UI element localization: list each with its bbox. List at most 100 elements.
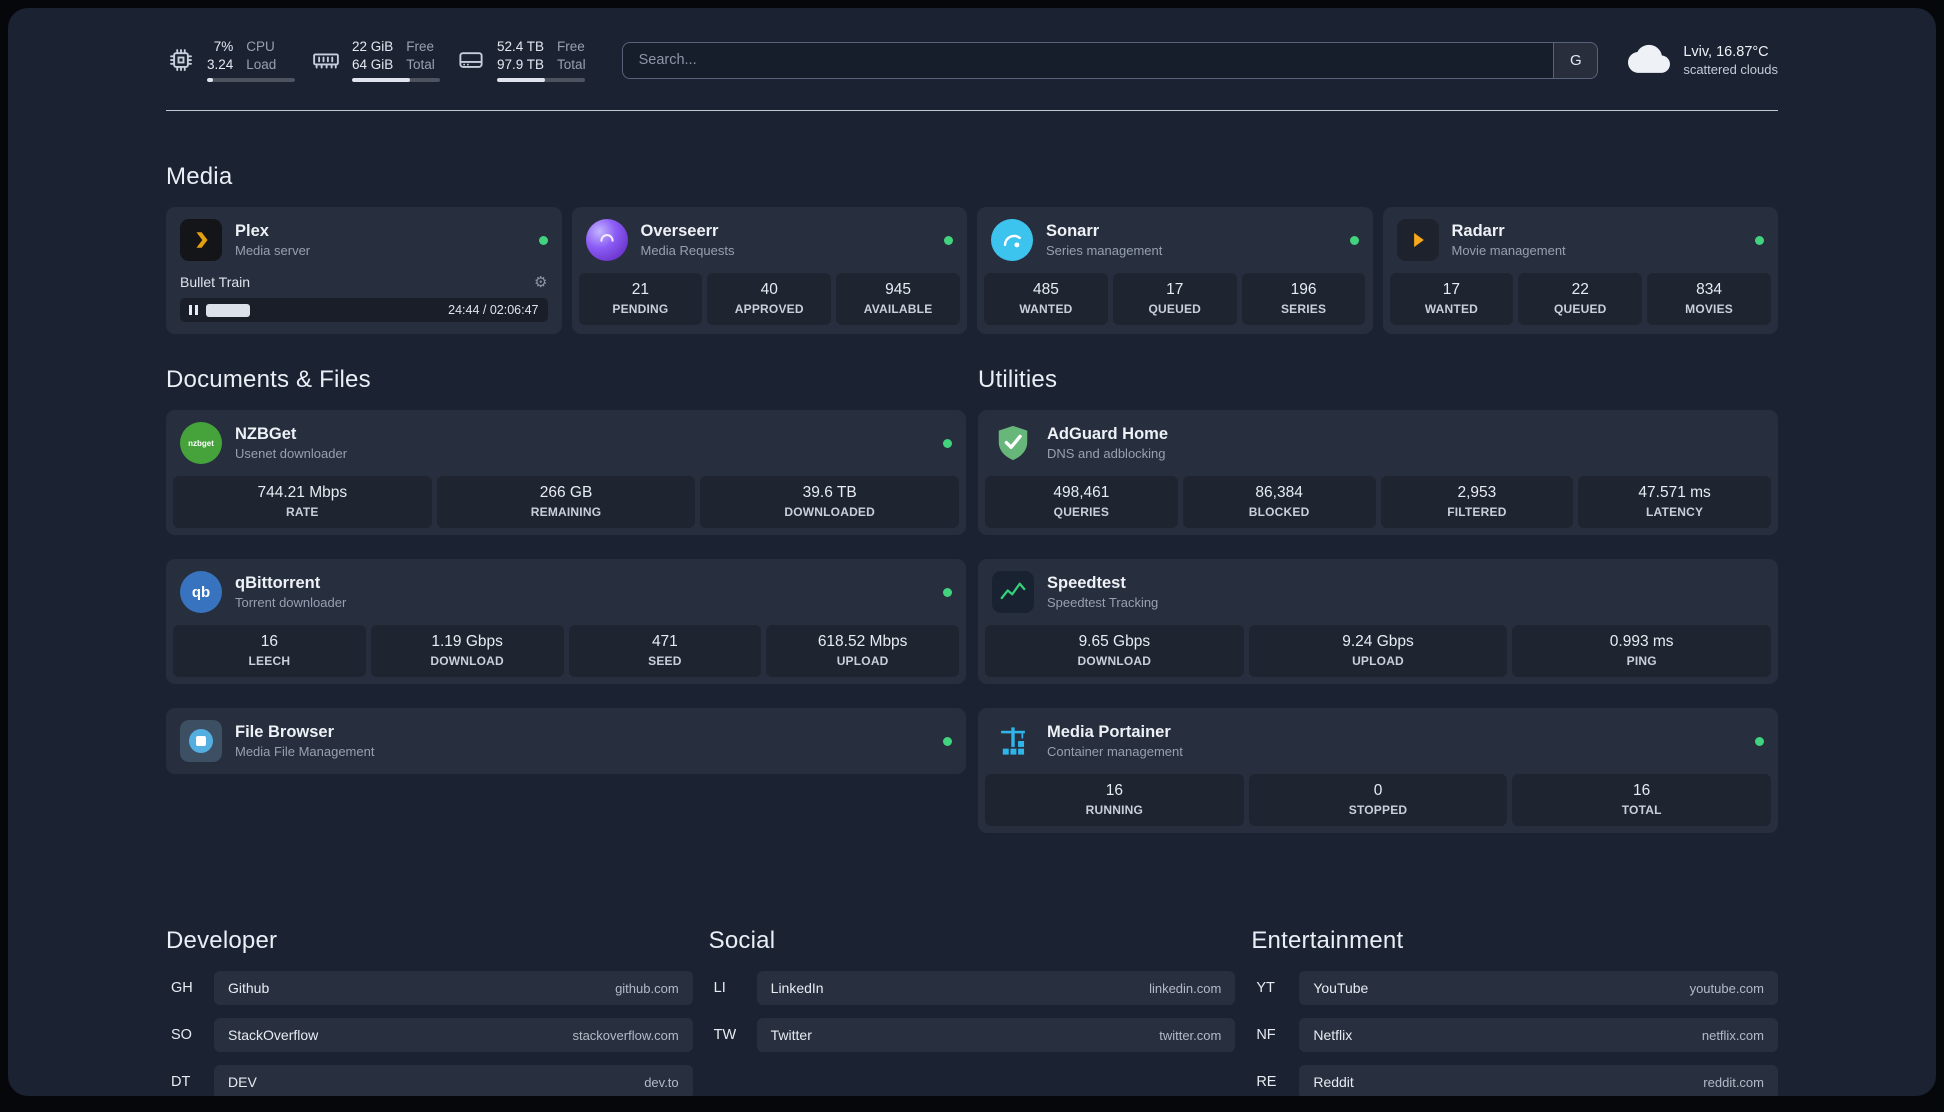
bookmark-domain: github.com xyxy=(615,980,679,996)
dashboard: 7% 3.24 CPU Load 22 GiB 64 GiB Free Tota… xyxy=(8,8,1936,1096)
service-subtitle: Movie management xyxy=(1451,243,1566,259)
stat-seed: 471 SEED xyxy=(568,625,762,678)
qbittorrent-icon: qb xyxy=(180,571,222,614)
service-subtitle: DNS and adblocking xyxy=(1047,446,1166,462)
stat-queries: 498,461 QUERIES xyxy=(985,476,1178,529)
bookmark-github[interactable]: GH Github github.com xyxy=(166,971,693,1006)
memory-total-value: 64 GiB xyxy=(352,56,394,72)
service-subtitle: Torrent downloader xyxy=(235,595,347,611)
section-title-entertainment: Entertainment xyxy=(1251,927,1404,955)
now-playing-title: Bullet Train xyxy=(180,274,251,291)
speedtest-icon xyxy=(992,571,1034,614)
disk-total-value: 97.9 TB xyxy=(497,56,545,72)
stat-pending: 21 PENDING xyxy=(578,273,703,326)
stat-download: 9.65 Gbps DOWNLOAD xyxy=(985,625,1244,678)
bookmark-twitter[interactable]: TW Twitter twitter.com xyxy=(709,1018,1236,1053)
bookmark-domain: twitter.com xyxy=(1159,1027,1222,1043)
weather-condition: scattered clouds xyxy=(1683,61,1778,77)
playback-bar[interactable]: 24:44 / 02:06:47 xyxy=(180,298,548,323)
stat-remaining: 266 GB REMAINING xyxy=(436,476,696,529)
service-card-filebrowser[interactable]: File Browser Media File Management xyxy=(166,708,966,775)
bookmark-domain: reddit.com xyxy=(1703,1074,1764,1090)
plex-icon xyxy=(180,219,222,262)
status-dot xyxy=(943,736,952,746)
stat-upload: 618.52 Mbps UPLOAD xyxy=(766,625,959,678)
portainer-icon xyxy=(992,720,1034,762)
stat-leech: 16 LEECH xyxy=(173,625,366,678)
bookmark-youtube[interactable]: YT YouTube youtube.com xyxy=(1251,971,1778,1006)
bookmark-domain: stackoverflow.com xyxy=(572,1027,679,1043)
stat-stopped: 0 STOPPED xyxy=(1248,774,1508,827)
header-divider xyxy=(166,110,1778,112)
sonarr-icon xyxy=(991,219,1033,262)
service-card-radarr[interactable]: Radarr Movie management 17 WANTED 22 QUE… xyxy=(1382,207,1778,335)
radarr-icon xyxy=(1396,219,1439,262)
service-subtitle: Series management xyxy=(1046,243,1163,259)
service-card-portainer[interactable]: Media Portainer Container management 16 … xyxy=(978,708,1778,834)
service-subtitle: Media File Management xyxy=(235,744,375,760)
bookmark-domain: youtube.com xyxy=(1689,980,1764,996)
weather-widget: Lviv, 16.87°C scattered clouds xyxy=(1628,43,1778,78)
cpu-progress-bar xyxy=(207,78,295,83)
service-card-adguard[interactable]: AdGuard Home DNS and adblocking 498,461 … xyxy=(978,410,1778,536)
playback-progress-track xyxy=(206,303,440,317)
stat-latency: 47.571 ms LATENCY xyxy=(1578,476,1771,529)
cpu-load-label: Load xyxy=(246,56,277,72)
status-dot xyxy=(538,235,548,245)
stat-approved: 40 APPROVED xyxy=(707,273,832,326)
service-name: Speedtest xyxy=(1047,574,1126,593)
search-provider-button[interactable]: G xyxy=(1553,42,1598,78)
plex-now-playing: Bullet Train ⚙ 24:44 / 02:06:47 xyxy=(166,273,562,334)
bookmark-name: Github xyxy=(228,980,270,997)
bookmark-netflix[interactable]: NF Netflix netflix.com xyxy=(1251,1018,1778,1053)
service-card-qbittorrent[interactable]: qb qBittorrent Torrent downloader 16 LEE… xyxy=(166,559,966,685)
service-subtitle: Usenet downloader xyxy=(235,446,348,462)
bookmark-dev[interactable]: DT DEV dev.to xyxy=(166,1065,693,1096)
bookmark-name: Netflix xyxy=(1313,1027,1353,1044)
service-name: Media Portainer xyxy=(1047,723,1171,742)
nzbget-icon: nzbget xyxy=(180,422,222,465)
weather-location: Lviv, 16.87°C xyxy=(1683,43,1769,60)
bookmark-group-developer: Developer GH Github github.com SO StackO… xyxy=(166,927,693,1096)
bookmark-reddit[interactable]: RE Reddit reddit.com xyxy=(1251,1065,1778,1096)
stat-blocked: 86,384 BLOCKED xyxy=(1182,476,1376,529)
disk-icon xyxy=(456,45,486,75)
bookmark-name: LinkedIn xyxy=(770,980,824,997)
stat-series: 196 SERIES xyxy=(1241,273,1366,326)
service-name: File Browser xyxy=(235,723,335,742)
service-card-overseerr[interactable]: Overseerr Media Requests 21 PENDING 40 A… xyxy=(571,207,967,335)
top-bar: 7% 3.24 CPU Load 22 GiB 64 GiB Free Tota… xyxy=(166,8,1778,83)
service-card-plex[interactable]: Plex Media server Bullet Train ⚙ 24:44 /… xyxy=(166,207,562,335)
adguard-icon xyxy=(992,422,1034,464)
stat-rate: 744.21 Mbps RATE xyxy=(173,476,432,529)
section-media: Media Plex Media server Bullet Train ⚙ 2… xyxy=(166,163,1778,335)
filebrowser-icon xyxy=(180,720,222,763)
service-card-speedtest[interactable]: Speedtest Speedtest Tracking 9.65 Gbps D… xyxy=(978,559,1778,685)
status-dot xyxy=(943,587,952,597)
bookmark-group-entertainment: Entertainment YT YouTube youtube.com NF … xyxy=(1251,927,1778,1096)
service-subtitle: Speedtest Tracking xyxy=(1047,595,1159,611)
cpu-load-value: 3.24 xyxy=(207,56,234,72)
bookmark-domain: linkedin.com xyxy=(1149,980,1222,996)
service-subtitle: Media Requests xyxy=(640,243,735,259)
status-dot xyxy=(1755,736,1764,746)
stat-queued: 22 QUEUED xyxy=(1518,273,1643,326)
bookmark-name: Twitter xyxy=(770,1027,812,1044)
stat-upload: 9.24 Gbps UPLOAD xyxy=(1248,625,1508,678)
service-card-nzbget[interactable]: nzbget NZBGet Usenet downloader 744.21 M… xyxy=(166,410,966,536)
search-input[interactable] xyxy=(622,42,1554,78)
status-dot xyxy=(943,438,952,448)
memory-total-label: Total xyxy=(406,56,435,72)
bookmark-stackoverflow[interactable]: SO StackOverflow stackoverflow.com xyxy=(166,1018,693,1053)
bookmark-name: YouTube xyxy=(1313,980,1369,997)
service-card-sonarr[interactable]: Sonarr Series management 485 WANTED 17 Q… xyxy=(977,207,1373,335)
bookmark-abbr: SO xyxy=(171,1027,192,1044)
disk-free-label: Free xyxy=(557,39,585,54)
cpu-percent: 7% xyxy=(213,39,234,54)
gear-icon[interactable]: ⚙ xyxy=(534,273,547,291)
service-name: qBittorrent xyxy=(235,574,321,593)
pause-icon[interactable] xyxy=(189,305,198,316)
section-title-social: Social xyxy=(708,927,776,955)
service-subtitle: Media server xyxy=(235,243,311,259)
bookmark-linkedin[interactable]: LI LinkedIn linkedin.com xyxy=(709,971,1236,1006)
